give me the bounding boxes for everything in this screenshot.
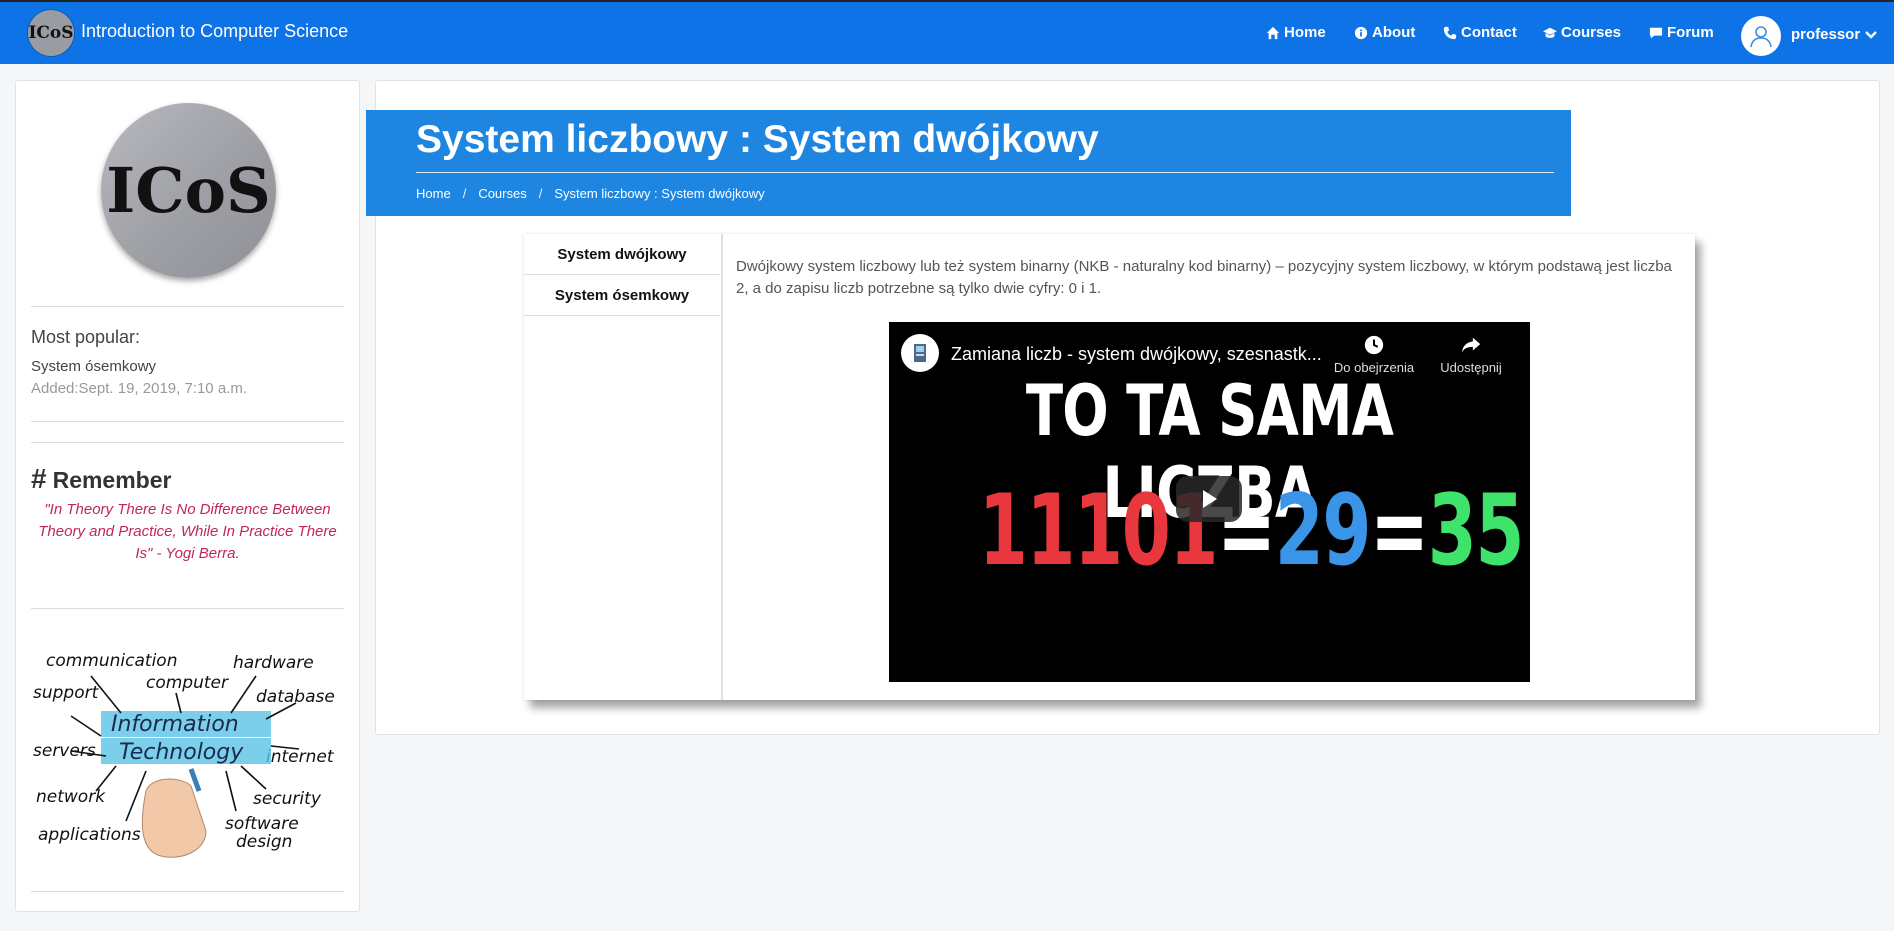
nav-forum[interactable]: Forum [1649, 24, 1714, 41]
share-icon [1461, 337, 1481, 353]
title-divider [416, 172, 1554, 173]
nav-contact[interactable]: Contact [1443, 24, 1517, 41]
watch-later-button[interactable]: Do obejrzenia [1329, 334, 1419, 375]
chevron-down-icon [1865, 30, 1878, 39]
nav-about-label: About [1372, 24, 1416, 41]
user-icon [1750, 26, 1772, 48]
breadcrumb-courses[interactable]: Courses [478, 186, 526, 201]
share-button[interactable]: Udostępnij [1426, 334, 1516, 375]
graduation-cap-icon [1543, 27, 1557, 38]
channel-logo-icon [914, 344, 926, 362]
it-word: computer [146, 673, 229, 693]
it-word: communication [46, 651, 177, 671]
user-menu[interactable]: professor [1791, 26, 1878, 43]
divider [31, 608, 344, 609]
home-icon [1266, 26, 1280, 39]
sidebar: ICoS Most popular: System ósemkowy Added… [15, 80, 360, 912]
nav-contact-label: Contact [1461, 24, 1517, 41]
play-icon [1203, 490, 1217, 508]
nav-forum-label: Forum [1667, 24, 1714, 41]
eq-sign: = [1523, 474, 1530, 588]
hash-icon: # [31, 463, 47, 494]
it-word: software [225, 814, 299, 834]
tab-system-dwojkowy[interactable]: System dwójkowy [524, 234, 720, 275]
most-popular-label: Most popular: [31, 327, 141, 347]
tab-system-osemkowy[interactable]: System ósemkowy [524, 275, 720, 316]
user-name-label: professor [1791, 26, 1861, 43]
play-button[interactable] [1176, 476, 1242, 522]
nav-courses-label: Courses [1561, 24, 1622, 41]
page-header: System liczbowy : System dwójkowy Home /… [366, 110, 1571, 216]
breadcrumb-home[interactable]: Home [416, 186, 451, 201]
tab-divider [721, 234, 723, 700]
it-word: hardware [233, 653, 314, 673]
nav-home[interactable]: Home [1266, 24, 1326, 41]
chat-icon [1649, 27, 1663, 38]
eq-octal: 35 [1427, 474, 1525, 588]
lesson-description: Dwójkowy system liczbowy lub też system … [736, 258, 1672, 297]
divider [31, 306, 344, 307]
video-player[interactable]: Zamiana liczb - system dwójkowy, szesnas… [889, 322, 1530, 682]
content-card: System dwójkowy System ósemkowy Dwójkowy… [524, 234, 1695, 700]
it-word: design [236, 832, 292, 852]
brand-logo[interactable]: ICoS [28, 10, 74, 56]
info-icon [1354, 26, 1368, 39]
eq-sign: = [1370, 474, 1429, 588]
it-center-line1: Information [111, 712, 239, 737]
breadcrumb-separator: / [538, 186, 543, 201]
clock-icon [1364, 335, 1384, 355]
divider [31, 891, 344, 892]
it-word: security [253, 789, 322, 809]
it-word: servers [33, 741, 96, 761]
page-title: System liczbowy : System dwójkowy [416, 118, 1099, 161]
tab-list: System dwójkowy System ósemkowy [524, 234, 721, 700]
information-technology-image: communication hardware computer support … [33, 651, 335, 858]
navbar: ICoS Introduction to Computer Science Ho… [0, 2, 1894, 64]
most-popular-added: Added:Sept. 19, 2019, 7:10 a.m. [31, 380, 247, 397]
nav-home-label: Home [1284, 24, 1326, 41]
breadcrumb-separator: / [462, 186, 467, 201]
breadcrumb: Home / Courses / System liczbowy : Syste… [416, 186, 765, 201]
breadcrumb-current: System liczbowy : System dwójkowy [554, 186, 765, 201]
eq-decimal: 29 [1274, 474, 1372, 588]
remember-heading: # Remember [31, 463, 171, 495]
it-center-line2: Technology [119, 740, 244, 765]
quote: "In Theory There Is No Difference Betwee… [38, 501, 337, 562]
it-word: applications [38, 825, 141, 845]
remember-title: Remember [52, 467, 172, 493]
nav-about[interactable]: About [1354, 24, 1415, 41]
divider [31, 442, 344, 443]
it-word: support [33, 683, 100, 703]
channel-avatar[interactable] [901, 334, 939, 372]
most-popular-item[interactable]: System ósemkowy [31, 358, 156, 375]
sidebar-logo: ICoS [101, 103, 276, 278]
user-avatar[interactable] [1741, 16, 1781, 56]
it-word: internet [266, 747, 335, 767]
video-title[interactable]: Zamiana liczb - system dwójkowy, szesnas… [951, 344, 1322, 365]
divider [31, 421, 344, 422]
brand-title[interactable]: Introduction to Computer Science [81, 21, 348, 42]
phone-icon [1443, 26, 1457, 39]
nav-courses[interactable]: Courses [1543, 24, 1621, 41]
it-word: network [36, 787, 106, 807]
